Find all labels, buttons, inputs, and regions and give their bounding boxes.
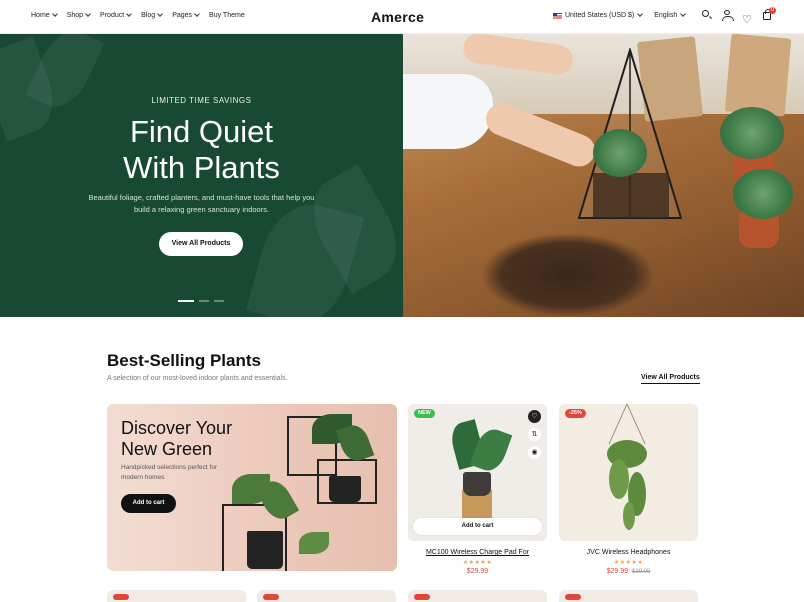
dark-pot-image xyxy=(463,472,491,496)
rating-stars: ★★★★★ xyxy=(613,560,644,566)
us-flag-icon xyxy=(553,12,562,19)
hero-kicker: LIMITED TIME SAVINGS xyxy=(151,96,252,105)
black-pot-image xyxy=(247,531,283,569)
product-name-link[interactable]: MC100 Wireless Charge Pad For xyxy=(408,549,547,556)
promo-add-to-cart-button[interactable]: Add to cart xyxy=(121,494,176,513)
next-products-row xyxy=(107,590,698,602)
nav-pages-label: Pages xyxy=(172,12,193,19)
cart-count-badge: 0 xyxy=(769,7,776,14)
product-price: $29.99 $39.99 xyxy=(559,568,698,575)
site-logo[interactable]: Amerce xyxy=(371,9,424,25)
hero-banner: LIMITED TIME SAVINGS Find Quiet With Pla… xyxy=(0,34,804,317)
account-icon[interactable] xyxy=(722,10,734,21)
product-image-2[interactable]: -25% xyxy=(559,404,698,541)
section-title: Best-Selling Plants xyxy=(107,351,261,370)
site-header: Home Shop Product Blog Pages Buy Theme A… xyxy=(0,0,804,34)
section-subtitle: A selection of our most-loved indoor pla… xyxy=(107,375,288,382)
new-badge: NEW xyxy=(414,409,435,418)
slider-pagination xyxy=(178,300,224,302)
rating-stars: ★★★★★ xyxy=(462,560,493,566)
hero-title: Find Quiet With Plants xyxy=(0,114,403,186)
nav-shop[interactable]: Shop xyxy=(66,11,91,19)
chevron-down-icon xyxy=(680,11,687,17)
chevron-down-icon xyxy=(85,11,91,17)
nav-home[interactable]: Home xyxy=(31,11,58,19)
chevron-down-icon xyxy=(194,11,200,17)
cart-bag-icon[interactable]: 0 xyxy=(762,7,776,20)
discount-badge xyxy=(414,594,430,600)
discount-badge xyxy=(565,594,581,600)
hero-photo-sleeve xyxy=(403,74,493,149)
succulent-image xyxy=(733,169,793,219)
search-icon[interactable] xyxy=(702,10,712,20)
quick-view-eye-icon[interactable]: ◉ xyxy=(528,446,541,459)
nav-shop-label: Shop xyxy=(66,12,84,19)
product-card-partial[interactable] xyxy=(257,590,396,602)
wishlist-heart-icon[interactable]: ♡ xyxy=(528,410,541,423)
product-card-2[interactable]: -25% JVC Wireless Headphones ★★★★★ $29.9… xyxy=(559,404,698,585)
promo-subtitle: Handpicked selections perfect for modern… xyxy=(121,464,218,481)
nav-blog-label: Blog xyxy=(141,12,156,19)
sale-price: $29.99 xyxy=(606,568,629,575)
promo-title: Discover Your New Green xyxy=(121,418,233,459)
slide-dot-1[interactable] xyxy=(178,300,194,302)
nav-buy-theme[interactable]: Buy Theme xyxy=(209,12,245,19)
view-all-products-link[interactable]: View All Products xyxy=(641,374,700,384)
hero-text-panel: LIMITED TIME SAVINGS Find Quiet With Pla… xyxy=(0,34,403,317)
nav-blog[interactable]: Blog xyxy=(141,11,164,19)
hero-title-line2: With Plants xyxy=(123,150,280,185)
discount-badge: -25% xyxy=(565,409,586,418)
product-price: $29.99 xyxy=(408,568,547,575)
add-to-cart-button[interactable]: Add to cart xyxy=(413,518,542,535)
slide-dot-2[interactable] xyxy=(199,300,209,302)
chevron-down-icon xyxy=(157,11,164,17)
discount-badge xyxy=(113,594,129,600)
hero-title-line1: Find Quiet xyxy=(129,114,273,149)
succulent-image xyxy=(720,107,784,159)
wishlist-heart-icon[interactable]: ♡ xyxy=(742,10,752,26)
chevron-down-icon xyxy=(126,11,133,17)
chevron-down-icon xyxy=(51,11,58,17)
hero-subtitle: Beautiful foliage, crafted planters, and… xyxy=(88,193,315,214)
hanging-plant-image xyxy=(607,404,647,530)
succulent-image xyxy=(593,129,647,177)
language-label: English xyxy=(654,12,678,19)
discount-badge xyxy=(263,594,279,600)
product-card-partial[interactable] xyxy=(559,590,698,602)
currency-selector[interactable]: United States (USD $) xyxy=(553,11,644,19)
hero-image-terrarium xyxy=(403,34,804,317)
original-price: $39.99 xyxy=(632,569,651,575)
paper-bag-image xyxy=(724,34,792,117)
slide-dot-3[interactable] xyxy=(214,300,224,302)
locale-switchers: United States (USD $) English xyxy=(553,11,687,19)
nav-buy-theme-label: Buy Theme xyxy=(209,12,245,19)
header-icons: ♡ 0 xyxy=(702,7,776,26)
product-name-link[interactable]: JVC Wireless Headphones xyxy=(559,549,698,556)
promo-card[interactable]: Discover Your New Green Handpicked selec… xyxy=(107,404,397,571)
black-pot-image xyxy=(329,476,361,502)
nav-product-label: Product xyxy=(100,12,125,19)
product-card-partial[interactable] xyxy=(408,590,547,602)
compare-arrows-icon[interactable]: ⇅ xyxy=(528,428,541,441)
chevron-down-icon xyxy=(637,11,644,17)
product-card-partial[interactable] xyxy=(107,590,246,602)
main-nav: Home Shop Product Blog Pages Buy Theme xyxy=(31,11,245,19)
product-image-1[interactable]: NEW ♡ ⇅ ◉ Add to cart xyxy=(408,404,547,541)
nav-pages[interactable]: Pages xyxy=(172,11,200,19)
view-all-products-button[interactable]: View All Products xyxy=(159,232,243,256)
currency-label: United States (USD $) xyxy=(565,12,635,19)
nav-home-label: Home xyxy=(31,12,50,19)
nav-product[interactable]: Product xyxy=(100,11,133,19)
product-card-1[interactable]: NEW ♡ ⇅ ◉ Add to cart MC100 Wireless Cha… xyxy=(408,404,547,585)
sale-price: $29.99 xyxy=(466,568,489,575)
plant-leaf-image xyxy=(299,532,329,554)
soil-pile-image xyxy=(483,234,653,316)
language-selector[interactable]: English xyxy=(654,11,687,19)
